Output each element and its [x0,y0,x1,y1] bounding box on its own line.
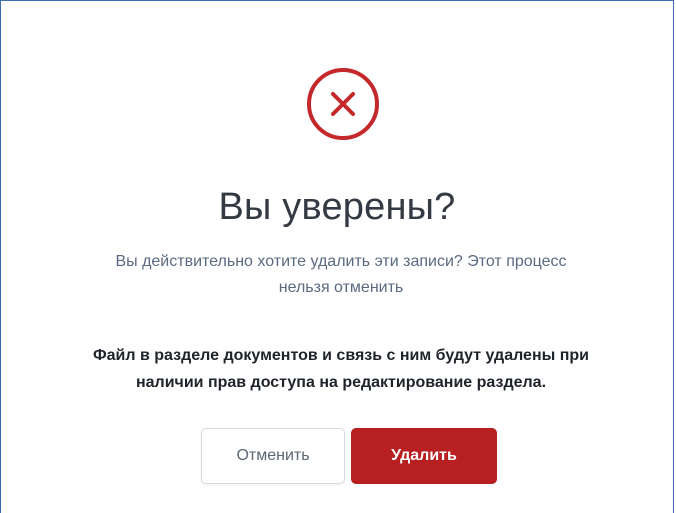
dialog-title: Вы уверены? [218,186,456,228]
subtitle-line: Вы действительно хотите удалить эти запи… [115,253,567,270]
warning-line: наличии прав доступа на редактирование р… [135,374,547,391]
warning-line: Файл в разделе документов и связь с ним … [92,347,589,364]
cancel-button[interactable]: Отменить [201,428,345,484]
dialog-warning: Файл в разделе документов и связь с ним … [21,342,661,396]
subtitle-line: нельзя отменить [278,279,404,296]
confirm-delete-dialog: Вы уверены? Вы действительно хотите удал… [0,0,674,513]
dialog-actions: Отменить Удалить [201,428,497,484]
error-x-circle-icon [306,67,380,141]
delete-button[interactable]: Удалить [351,428,497,484]
dialog-subtitle: Вы действительно хотите удалить эти запи… [41,249,641,301]
